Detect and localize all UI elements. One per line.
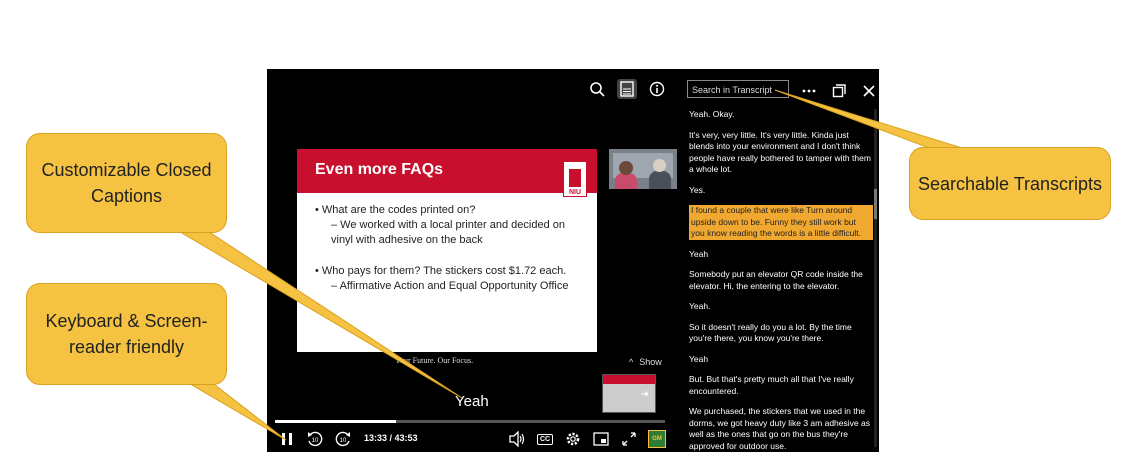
- callout-pointers: [168, 89, 976, 441]
- transcripts-callout: Searchable Transcripts: [909, 147, 1111, 220]
- captions-callout: Customizable Closed Captions: [26, 133, 227, 233]
- keyboard-callout: Keyboard & Screen-reader friendly: [26, 283, 227, 385]
- keyboard-pointer: [178, 377, 287, 441]
- transcripts-pointer: [774, 89, 976, 153]
